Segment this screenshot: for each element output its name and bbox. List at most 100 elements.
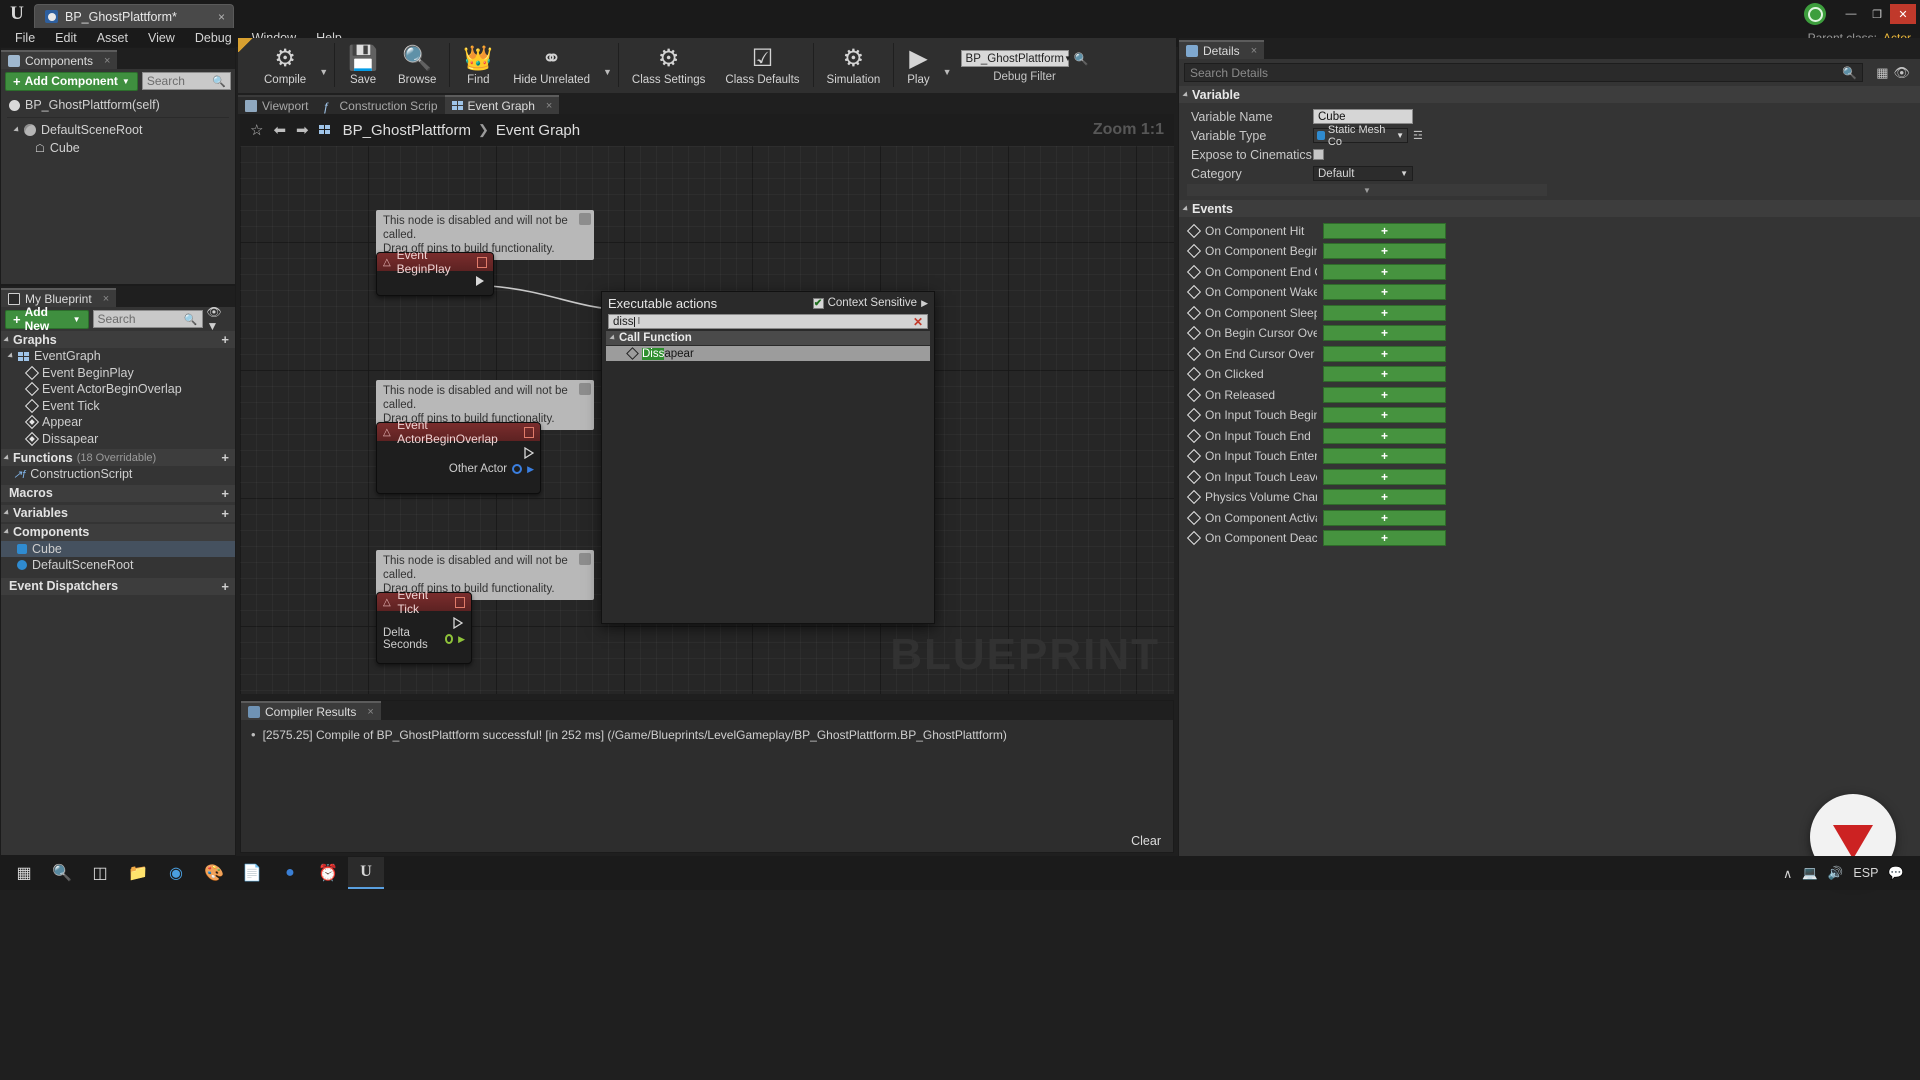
browser-icon[interactable]: ◉ xyxy=(158,857,194,889)
node-event-beginplay[interactable]: △ Event BeginPlay xyxy=(376,248,494,296)
paint-icon[interactable]: 🎨 xyxy=(196,857,232,889)
details-section-variable[interactable]: Variable xyxy=(1179,86,1920,103)
graph-row-eventgraph[interactable]: EventGraph xyxy=(1,348,235,365)
action-menu-search-input[interactable]: diss I ✕ xyxy=(608,314,928,329)
menu-item-edit[interactable]: Edit xyxy=(46,30,86,46)
search-icon[interactable]: 🔍 xyxy=(44,857,80,889)
toolbar-hide-unrelated-button[interactable]: ⚭ Hide Unrelated xyxy=(503,38,600,93)
expander-arrow-icon[interactable] xyxy=(3,509,11,517)
notepad-icon[interactable]: 📄 xyxy=(234,857,270,889)
menu-item-debug[interactable]: Debug xyxy=(186,30,241,46)
add-event-button[interactable]: + xyxy=(1323,448,1446,464)
object-output-pin[interactable] xyxy=(512,464,523,474)
back-navigation-icon[interactable]: ⬅ xyxy=(273,121,286,139)
add-graph-button[interactable]: + xyxy=(221,332,229,347)
toolbar-class-defaults-button[interactable]: ☑ Class Defaults xyxy=(715,38,809,93)
add-event-button[interactable]: + xyxy=(1323,304,1446,321)
toolbar-simulation-button[interactable]: ⚙ Simulation xyxy=(817,38,891,93)
variable-type-pin-icon[interactable]: ☲ xyxy=(1413,129,1423,142)
add-event-button[interactable]: + xyxy=(1323,366,1446,382)
add-event-button[interactable]: + xyxy=(1323,407,1446,423)
add-event-button[interactable]: + xyxy=(1323,263,1446,280)
expander-arrow-icon[interactable] xyxy=(1182,204,1190,213)
toolbar-find-button[interactable]: 👑 Find xyxy=(453,38,503,93)
tab-components[interactable]: Components × xyxy=(1,50,118,69)
context-sensitive-checkbox[interactable]: ✔ xyxy=(812,297,824,309)
tab-details[interactable]: Details × xyxy=(1179,40,1265,59)
myblueprint-search-input[interactable]: Search 🔍 xyxy=(92,310,203,328)
context-sensitive-arrow-icon[interactable]: ▶ xyxy=(921,298,928,309)
file-explorer-icon[interactable]: 📁 xyxy=(120,857,156,889)
variable-row-defaultsceneroot[interactable]: DefaultSceneRoot xyxy=(1,557,235,574)
toolbar-play-button[interactable]: ▶ Play xyxy=(897,38,939,93)
function-row-constructionscript[interactable]: ↗f ConstructionScript xyxy=(1,466,235,483)
add-event-button[interactable]: + xyxy=(1323,509,1446,526)
add-function-button[interactable]: + xyxy=(221,450,229,465)
note-pin-icon[interactable] xyxy=(579,213,591,225)
tab-compiler-results[interactable]: Compiler Results × xyxy=(241,701,381,720)
debug-filter-select[interactable]: BP_GhostPlattform ▼ xyxy=(960,50,1072,67)
add-event-button[interactable]: + xyxy=(1323,468,1446,485)
toolbar-compile-button[interactable]: ⚙ Compile xyxy=(254,38,316,93)
bookmark-icon[interactable]: ☆ xyxy=(250,121,263,139)
live-coding-icon[interactable] xyxy=(1804,3,1826,25)
add-event-button[interactable]: + xyxy=(1323,427,1446,444)
add-event-button[interactable]: + xyxy=(1323,345,1446,362)
action-menu-category-call-function[interactable]: Call Function xyxy=(606,331,930,345)
exec-output-pin[interactable] xyxy=(477,256,487,268)
node-event-tick[interactable]: △ Event Tick Delta Seconds ▶ xyxy=(376,588,472,664)
details-section-events[interactable]: Events xyxy=(1179,200,1920,217)
unreal-editor-icon[interactable]: U xyxy=(348,857,384,889)
menu-item-view[interactable]: View xyxy=(139,30,184,46)
visibility-icon[interactable]: 👁 xyxy=(1893,65,1910,81)
tab-event-graph[interactable]: Event Graph × xyxy=(444,95,560,114)
minimize-button[interactable]: — xyxy=(1838,4,1864,24)
expander-arrow-icon[interactable] xyxy=(7,352,15,360)
graph-list-icon[interactable] xyxy=(318,124,333,136)
expose-to-cinematics-checkbox[interactable] xyxy=(1313,149,1324,160)
graph-row-dissapear[interactable]: Dissapear xyxy=(1,431,235,448)
details-tab-close-icon[interactable]: × xyxy=(1251,45,1257,57)
exec-output-arrow-icon[interactable] xyxy=(524,447,534,459)
note-pin-icon[interactable] xyxy=(579,383,591,395)
graph-row-appear[interactable]: Appear xyxy=(1,414,235,431)
hide-unrelated-caret-icon[interactable]: ▼ xyxy=(600,67,615,77)
blue-app-icon[interactable]: ● xyxy=(272,857,308,889)
expander-arrow-icon[interactable] xyxy=(609,334,617,342)
toolbar-class-settings-button[interactable]: ⚙ Class Settings xyxy=(622,38,716,93)
add-event-button[interactable]: + xyxy=(1323,530,1446,546)
beginplay-exec-out-arrow-icon[interactable] xyxy=(476,276,484,286)
volume-icon[interactable]: 🔊 xyxy=(1828,866,1844,881)
toolbar-browse-button[interactable]: 🔍 Browse xyxy=(388,38,446,93)
component-row-self[interactable]: BP_GhostPlattform(self) xyxy=(1,96,235,114)
section-variables[interactable]: Variables + xyxy=(1,504,235,522)
expander-arrow-icon[interactable] xyxy=(13,126,21,134)
node-event-actorbeginoverlap[interactable]: △ Event ActorBeginOverlap Other Actor ▶ xyxy=(376,418,541,494)
variable-type-select[interactable]: Static Mesh Co ▼ xyxy=(1313,124,1408,148)
compiler-results-tab-close-icon[interactable]: × xyxy=(367,706,373,718)
section-components[interactable]: Components xyxy=(1,523,235,541)
section-graphs[interactable]: Graphs + xyxy=(1,331,235,348)
expander-arrow-icon[interactable] xyxy=(1182,90,1190,99)
section-functions[interactable]: Functions (18 Overridable) + xyxy=(1,449,235,466)
component-row-cube[interactable]: ☖ Cube xyxy=(1,139,235,157)
components-tab-close-icon[interactable]: × xyxy=(104,55,110,67)
play-options-caret-icon[interactable]: ▼ xyxy=(940,67,955,77)
action-menu-clear-icon[interactable]: ✕ xyxy=(913,315,923,329)
add-event-button[interactable]: + xyxy=(1323,489,1446,505)
windows-start-icon[interactable]: ▦ xyxy=(6,857,42,889)
details-search-input[interactable]: Search Details 🔍 xyxy=(1184,63,1864,82)
tab-viewport[interactable]: Viewport xyxy=(238,95,316,114)
network-icon[interactable]: 💻 xyxy=(1802,866,1818,881)
expander-arrow-icon[interactable] xyxy=(3,335,11,344)
variable-row-cube[interactable]: Cube xyxy=(1,540,235,557)
section-macros[interactable]: Macros + xyxy=(1,484,235,502)
compile-options-caret-icon[interactable]: ▼ xyxy=(316,67,331,77)
my-blueprint-tab-close-icon[interactable]: × xyxy=(103,293,109,305)
context-sensitive-toggle[interactable]: ✔ Context Sensitive ▶ xyxy=(812,297,928,309)
exec-output-pin[interactable] xyxy=(454,596,465,608)
add-event-button[interactable]: + xyxy=(1323,284,1446,300)
visibility-icon[interactable]: 👁▼ xyxy=(207,305,231,333)
exec-output-pin[interactable] xyxy=(523,426,534,438)
add-event-dispatcher-button[interactable]: + xyxy=(221,579,229,594)
